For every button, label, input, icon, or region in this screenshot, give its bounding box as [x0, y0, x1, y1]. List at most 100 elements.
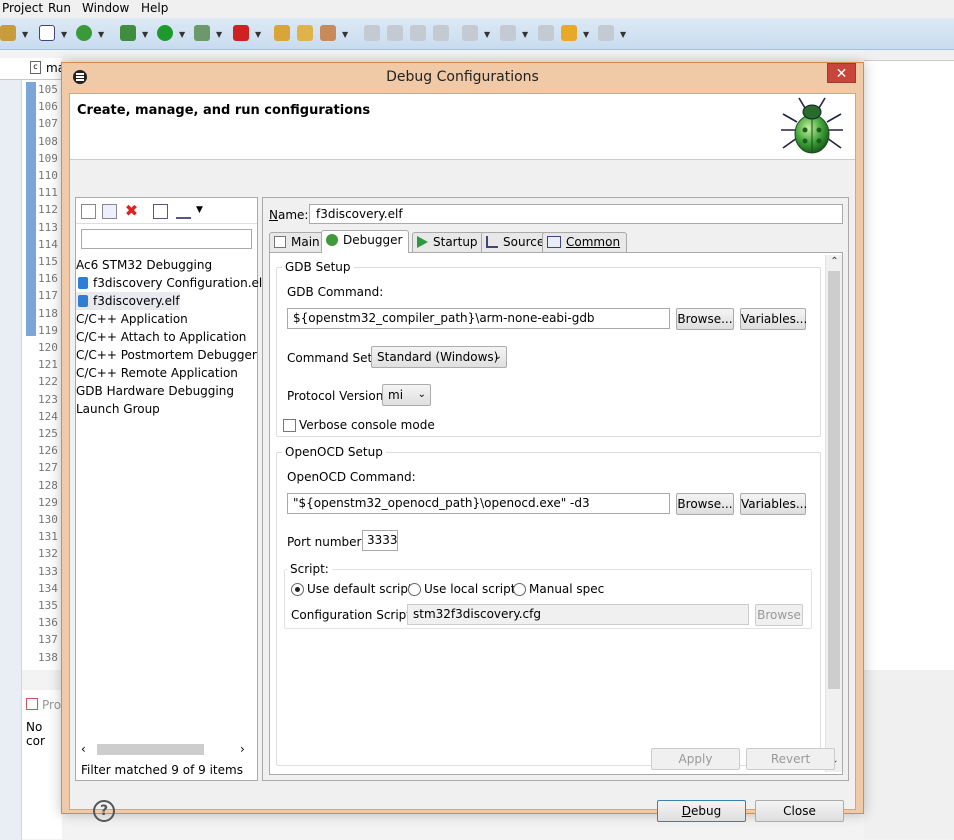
wand-icon[interactable] [320, 25, 336, 41]
dropdown-icon[interactable]: ▼ [179, 30, 185, 39]
forward-arrow-icon[interactable] [598, 25, 614, 41]
configuration-script-browse-button[interactable]: Browse [755, 604, 803, 626]
title-bar[interactable]: Debug Configurations ✕ [62, 63, 863, 91]
line-number: 115 [38, 255, 58, 268]
pilcrow-icon[interactable] [433, 25, 449, 41]
new-c-icon[interactable] [39, 25, 55, 41]
tree-item[interactable]: Ac6 STM32 Debugging [76, 256, 212, 274]
debug-button[interactable]: Debug [657, 800, 746, 822]
configuration-script-input[interactable]: stm32f3discovery.cfg [407, 604, 749, 625]
dropdown-icon[interactable]: ▼ [255, 30, 261, 39]
line-number: 134 [38, 581, 58, 595]
prev-annotation-icon[interactable] [500, 25, 516, 41]
command-set-select[interactable]: Standard (Windows) ⌄ [371, 346, 507, 368]
tree-item[interactable]: GDB Hardware Debugging [76, 382, 234, 400]
horizontal-scrollbar[interactable]: ‹ › [81, 741, 254, 757]
filter-input[interactable] [81, 229, 252, 249]
tree-item[interactable]: C/C++ Application [76, 310, 188, 328]
scroll-right-icon[interactable]: › [240, 742, 245, 756]
tab-debugger[interactable]: Debugger [321, 230, 410, 253]
openocd-command-input[interactable]: "${openstm32_openocd_path}\openocd.exe" … [287, 493, 670, 514]
openocd-variables-button[interactable]: Variables... [740, 493, 807, 515]
filter-dropdown-icon[interactable]: ▼ [196, 205, 203, 215]
duplicate-icon[interactable] [102, 204, 117, 219]
pen-icon[interactable] [364, 25, 380, 41]
open-type-icon[interactable] [274, 25, 290, 41]
gdb-command-input[interactable]: ${openstm32_compiler_path}\arm-none-eabi… [287, 308, 670, 329]
new-class-icon[interactable] [76, 25, 92, 41]
problems-view: Pro No cor [22, 690, 62, 839]
tab-source[interactable]: Source [481, 232, 552, 252]
block-icon[interactable] [410, 25, 426, 41]
toolbar-icon[interactable] [0, 25, 16, 41]
tree-item[interactable]: f3discovery Configuration.elf [76, 274, 266, 292]
filter-icon[interactable] [176, 204, 191, 219]
dropdown-icon[interactable]: ▼ [522, 30, 528, 39]
tree-item[interactable]: f3discovery.elf [76, 292, 180, 310]
collapse-all-icon[interactable] [153, 204, 168, 219]
line-number: 114 [38, 237, 58, 251]
command-set-label: Command Set: [287, 351, 377, 365]
close-button[interactable]: Close [755, 800, 844, 822]
protocol-version-select[interactable]: mi ⌄ [382, 384, 431, 406]
name-input[interactable]: f3discovery.elf [309, 204, 843, 224]
vertical-scrollbar[interactable]: ⌃ ⌄ [825, 255, 842, 772]
tree-item[interactable]: C/C++ Postmortem Debugger [76, 346, 257, 364]
editor-tab[interactable]: c ma [0, 58, 65, 80]
gdb-variables-button[interactable]: Variables... [740, 308, 807, 330]
tab-source-label: Source [503, 235, 545, 249]
problems-tab-label[interactable]: Pro [42, 698, 61, 712]
mark-icon[interactable] [387, 25, 403, 41]
line-number: 118 [38, 306, 58, 320]
last-edit-icon[interactable] [538, 25, 554, 41]
back-arrow-icon[interactable] [561, 25, 577, 41]
manual-spec-radio[interactable] [513, 583, 526, 596]
tab-startup[interactable]: Startup [412, 232, 485, 252]
coverage-icon[interactable] [194, 25, 210, 41]
debugger-tab-content: GDB Setup GDB Command: ${openstm32_compi… [269, 252, 843, 775]
tab-common[interactable]: Common [542, 232, 628, 252]
dropdown-icon[interactable]: ▼ [620, 30, 626, 39]
gdb-browse-button[interactable]: Browse... [676, 308, 734, 330]
dropdown-icon[interactable]: ▼ [22, 30, 28, 39]
menu-window[interactable]: Window [82, 1, 129, 15]
menu-help[interactable]: Help [141, 1, 168, 15]
dropdown-icon[interactable]: ▼ [342, 30, 348, 39]
menu-run[interactable]: Run [48, 1, 71, 15]
line-number: 132 [38, 547, 58, 561]
scroll-thumb[interactable] [828, 271, 840, 689]
problems-text: No cor [26, 720, 45, 748]
use-default-script-radio[interactable] [291, 583, 304, 596]
dropdown-icon[interactable]: ▼ [484, 30, 490, 39]
help-icon[interactable]: ? [93, 800, 115, 822]
run-icon[interactable] [157, 25, 173, 41]
problems-icon [26, 698, 38, 710]
close-window-button[interactable]: ✕ [827, 63, 856, 83]
debug-icon[interactable] [120, 25, 136, 41]
tree-item[interactable]: C/C++ Attach to Application [76, 328, 246, 346]
use-local-script-radio[interactable] [408, 583, 421, 596]
dropdown-icon[interactable]: ▼ [216, 30, 222, 39]
tree-item[interactable]: C/C++ Remote Application [76, 364, 238, 382]
openocd-browse-button[interactable]: Browse... [676, 493, 734, 515]
open-folder-icon[interactable] [297, 25, 313, 41]
dropdown-icon[interactable]: ▼ [583, 30, 589, 39]
scroll-up-icon[interactable]: ⌃ [826, 256, 843, 267]
dropdown-icon[interactable]: ▼ [61, 30, 67, 39]
dropdown-icon[interactable]: ▼ [142, 30, 148, 39]
scroll-thumb[interactable] [97, 744, 204, 755]
port-number-input[interactable]: 3333 [362, 530, 398, 551]
dropdown-icon[interactable]: ▼ [98, 30, 104, 39]
menu-project[interactable]: Project [2, 1, 43, 15]
scroll-left-icon[interactable]: ‹ [81, 742, 86, 756]
delete-icon[interactable]: ✖ [124, 203, 139, 219]
revert-button[interactable]: Revert [746, 748, 835, 770]
next-annotation-icon[interactable] [462, 25, 478, 41]
verbose-console-checkbox[interactable] [283, 419, 296, 432]
new-configuration-icon[interactable] [81, 204, 96, 219]
tab-main[interactable]: Main [269, 232, 327, 252]
external-tools-icon[interactable] [233, 25, 249, 41]
tree-item[interactable]: Launch Group [76, 400, 160, 418]
apply-button[interactable]: Apply [651, 748, 740, 770]
line-number: 113 [38, 220, 58, 234]
